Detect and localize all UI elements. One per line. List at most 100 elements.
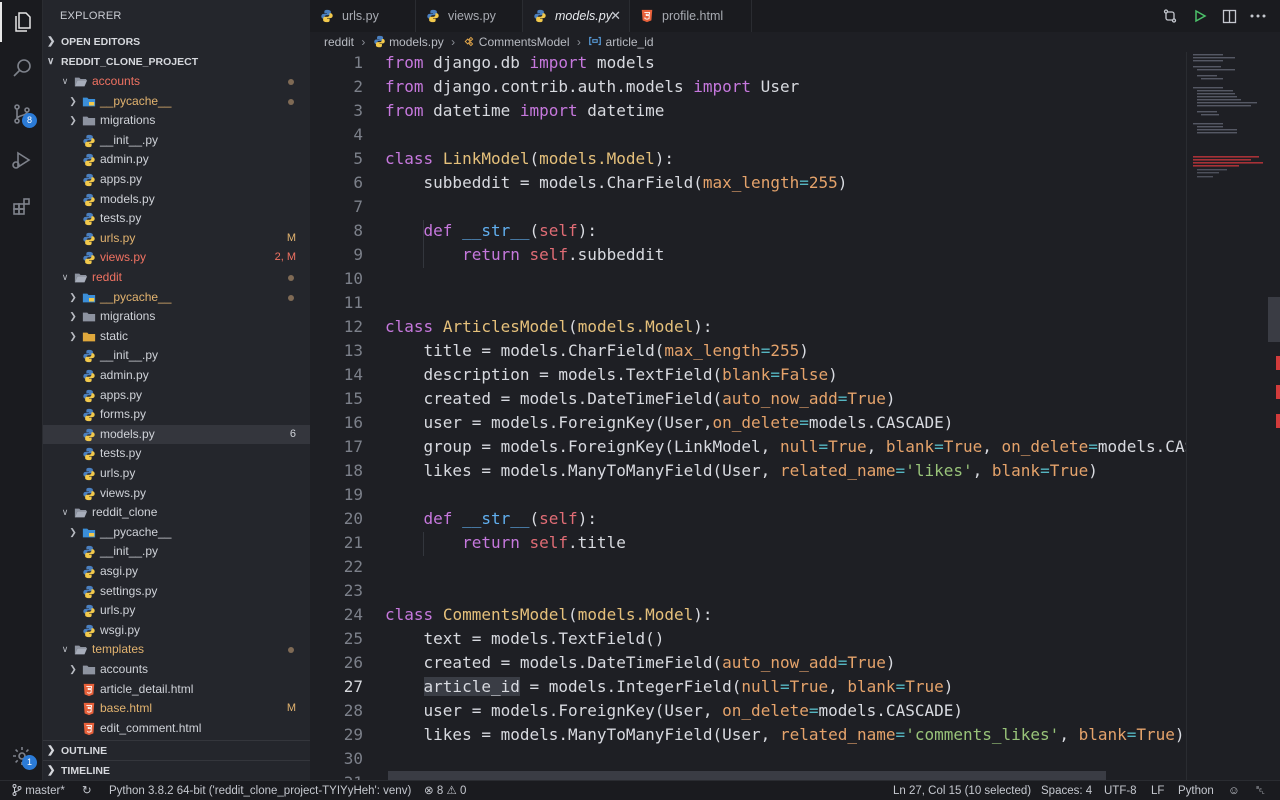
- tree-file[interactable]: article_detail.html: [43, 680, 310, 700]
- tree-file[interactable]: edit_comment.html: [43, 719, 310, 739]
- split-editor-icon[interactable]: [1219, 6, 1239, 26]
- tree-file[interactable]: views.py 2, M: [43, 248, 310, 268]
- code-line[interactable]: likes = models.ManyToManyField(User, rel…: [385, 725, 1185, 744]
- close-icon[interactable]: ✕: [610, 0, 621, 32]
- tree-file[interactable]: models.py 6: [43, 424, 310, 445]
- tree-file[interactable]: admin.py: [43, 150, 310, 170]
- tree-file[interactable]: views.py: [43, 484, 310, 504]
- code-line[interactable]: class CommentsModel(models.Model):: [385, 605, 713, 624]
- timeline-section[interactable]: ❯ TIMELINE: [43, 760, 310, 780]
- breadcrumb-symbol[interactable]: article_id: [606, 32, 654, 52]
- code-line[interactable]: def __str__(self):: [385, 221, 597, 240]
- tree-file[interactable]: __init__.py: [43, 542, 310, 562]
- tree-item-label: __pycache__: [100, 524, 172, 539]
- tree-folder[interactable]: ❯ static: [43, 327, 310, 347]
- settings-gear-icon[interactable]: 1: [0, 736, 43, 776]
- vertical-scrollbar[interactable]: [1268, 52, 1280, 780]
- tab-models[interactable]: models.py ✕: [523, 0, 630, 32]
- tree-file[interactable]: __init__.py: [43, 131, 310, 151]
- tree-file[interactable]: apps.py: [43, 170, 310, 190]
- indentation[interactable]: Spaces: 4: [1041, 781, 1092, 800]
- git-branch[interactable]: master*: [12, 781, 65, 800]
- code-line[interactable]: return self.title: [385, 533, 626, 552]
- code-line[interactable]: return self.subbeddit: [385, 245, 664, 264]
- tree-file[interactable]: settings.py: [43, 582, 310, 602]
- source-control-icon[interactable]: 8: [0, 94, 43, 134]
- extensions-icon[interactable]: [0, 186, 43, 226]
- tree-folder[interactable]: ❯ accounts: [43, 660, 310, 680]
- code-line[interactable]: def __str__(self):: [385, 509, 597, 528]
- tree-file[interactable]: __init__.py: [43, 346, 310, 366]
- tree-file[interactable]: tests.py: [43, 444, 310, 464]
- code-line[interactable]: subbeddit = models.CharField(max_length=…: [385, 173, 848, 192]
- horizontal-scrollbar[interactable]: [388, 771, 1106, 780]
- problems-indicator[interactable]: ⊗ 8 ⚠ 0: [424, 781, 466, 800]
- tab-profile-html[interactable]: profile.html: [630, 0, 752, 32]
- code-editor[interactable]: 1 from django.db import models 2 from djang…: [310, 52, 1186, 780]
- tree-file[interactable]: urls.py: [43, 601, 310, 621]
- tree-file[interactable]: wsgi.py: [43, 621, 310, 641]
- tree-file[interactable]: urls.py: [43, 464, 310, 484]
- folder-icon: [82, 310, 96, 324]
- code-line[interactable]: from datetime import datetime: [385, 101, 664, 120]
- code-line[interactable]: likes = models.ManyToManyField(User, rel…: [385, 461, 1098, 480]
- tree-file[interactable]: admin.py: [43, 366, 310, 386]
- run-debug-icon[interactable]: [0, 140, 43, 180]
- tree-folder[interactable]: ❯ migrations: [43, 307, 310, 327]
- minimap[interactable]: [1186, 52, 1268, 780]
- tree-folder[interactable]: ❯ __pycache__: [43, 523, 310, 543]
- source-control-badge: 8: [22, 113, 37, 128]
- breadcrumb-folder[interactable]: reddit: [324, 32, 354, 52]
- tree-folder[interactable]: ❯ __pycache__: [43, 92, 310, 112]
- tree-file[interactable]: models.py: [43, 190, 310, 210]
- end-of-line[interactable]: LF: [1151, 781, 1164, 800]
- code-line[interactable]: from django.contrib.auth.models import U…: [385, 77, 799, 96]
- code-line[interactable]: title = models.CharField(max_length=255): [385, 341, 809, 360]
- tree-folder[interactable]: ❯ migrations: [43, 111, 310, 131]
- tree-file[interactable]: base.html M: [43, 699, 310, 719]
- tree-file[interactable]: asgi.py: [43, 562, 310, 582]
- encoding[interactable]: UTF-8: [1104, 781, 1137, 800]
- code-line[interactable]: created = models.DateTimeField(auto_now_…: [385, 653, 896, 672]
- open-editors-section[interactable]: ❯ OPEN EDITORS: [43, 32, 310, 52]
- tree-folder[interactable]: ❯ __pycache__: [43, 288, 310, 308]
- code-line[interactable]: class ArticlesModel(models.Model):: [385, 317, 713, 336]
- tree-folder[interactable]: ∨ reddit_clone: [43, 503, 310, 523]
- tree-file[interactable]: apps.py: [43, 386, 310, 406]
- code-line[interactable]: description = models.TextField(blank=Fal…: [385, 365, 838, 384]
- breadcrumb-class[interactable]: CommentsModel: [479, 32, 570, 52]
- tree-file[interactable]: forms.py: [43, 405, 310, 425]
- code-line[interactable]: user = models.ForeignKey(User,on_delete=…: [385, 413, 954, 432]
- more-actions-icon[interactable]: [1248, 6, 1268, 26]
- pycache-folder-icon: [82, 291, 96, 305]
- line-number: 6: [353, 173, 363, 192]
- feedback-icon[interactable]: ☺: [1228, 781, 1240, 800]
- scrollbar-thumb[interactable]: [1268, 297, 1280, 342]
- code-line[interactable]: from django.db import models: [385, 53, 655, 72]
- tab-urls[interactable]: urls.py: [310, 0, 416, 32]
- tree-folder[interactable]: ∨ reddit: [43, 268, 310, 288]
- tree-folder[interactable]: ∨ accounts: [43, 72, 310, 92]
- code-line[interactable]: article_id = models.IntegerField(null=Tr…: [385, 677, 953, 696]
- breadcrumb-file[interactable]: models.py: [389, 32, 444, 52]
- code-line[interactable]: class LinkModel(models.Model):: [385, 149, 674, 168]
- explorer-icon[interactable]: [0, 2, 43, 42]
- tree-file[interactable]: tests.py: [43, 209, 310, 229]
- notifications-icon[interactable]: ␇: [1256, 781, 1265, 800]
- tab-views[interactable]: views.py: [416, 0, 523, 32]
- search-icon[interactable]: [0, 48, 43, 88]
- cursor-position[interactable]: Ln 27, Col 15 (10 selected): [893, 781, 1031, 800]
- code-line[interactable]: user = models.ForeignKey(User, on_delete…: [385, 701, 963, 720]
- tree-folder[interactable]: ∨ templates: [43, 640, 310, 660]
- tree-file[interactable]: urls.py M: [43, 229, 310, 249]
- sync-icon[interactable]: ↻: [82, 781, 92, 800]
- code-line[interactable]: created = models.DateTimeField(auto_now_…: [385, 389, 896, 408]
- compare-changes-icon[interactable]: [1160, 6, 1180, 26]
- python-interpreter[interactable]: Python 3.8.2 64-bit ('reddit_clone_proje…: [109, 781, 411, 800]
- code-line[interactable]: text = models.TextField(): [385, 629, 665, 648]
- project-section[interactable]: ∨ REDDIT_CLONE_PROJECT: [43, 52, 310, 72]
- code-line[interactable]: group = models.ForeignKey(LinkModel, nul…: [385, 437, 1186, 456]
- run-icon[interactable]: [1190, 6, 1210, 26]
- language-mode[interactable]: Python: [1178, 781, 1214, 800]
- outline-section[interactable]: ❯ OUTLINE: [43, 740, 310, 760]
